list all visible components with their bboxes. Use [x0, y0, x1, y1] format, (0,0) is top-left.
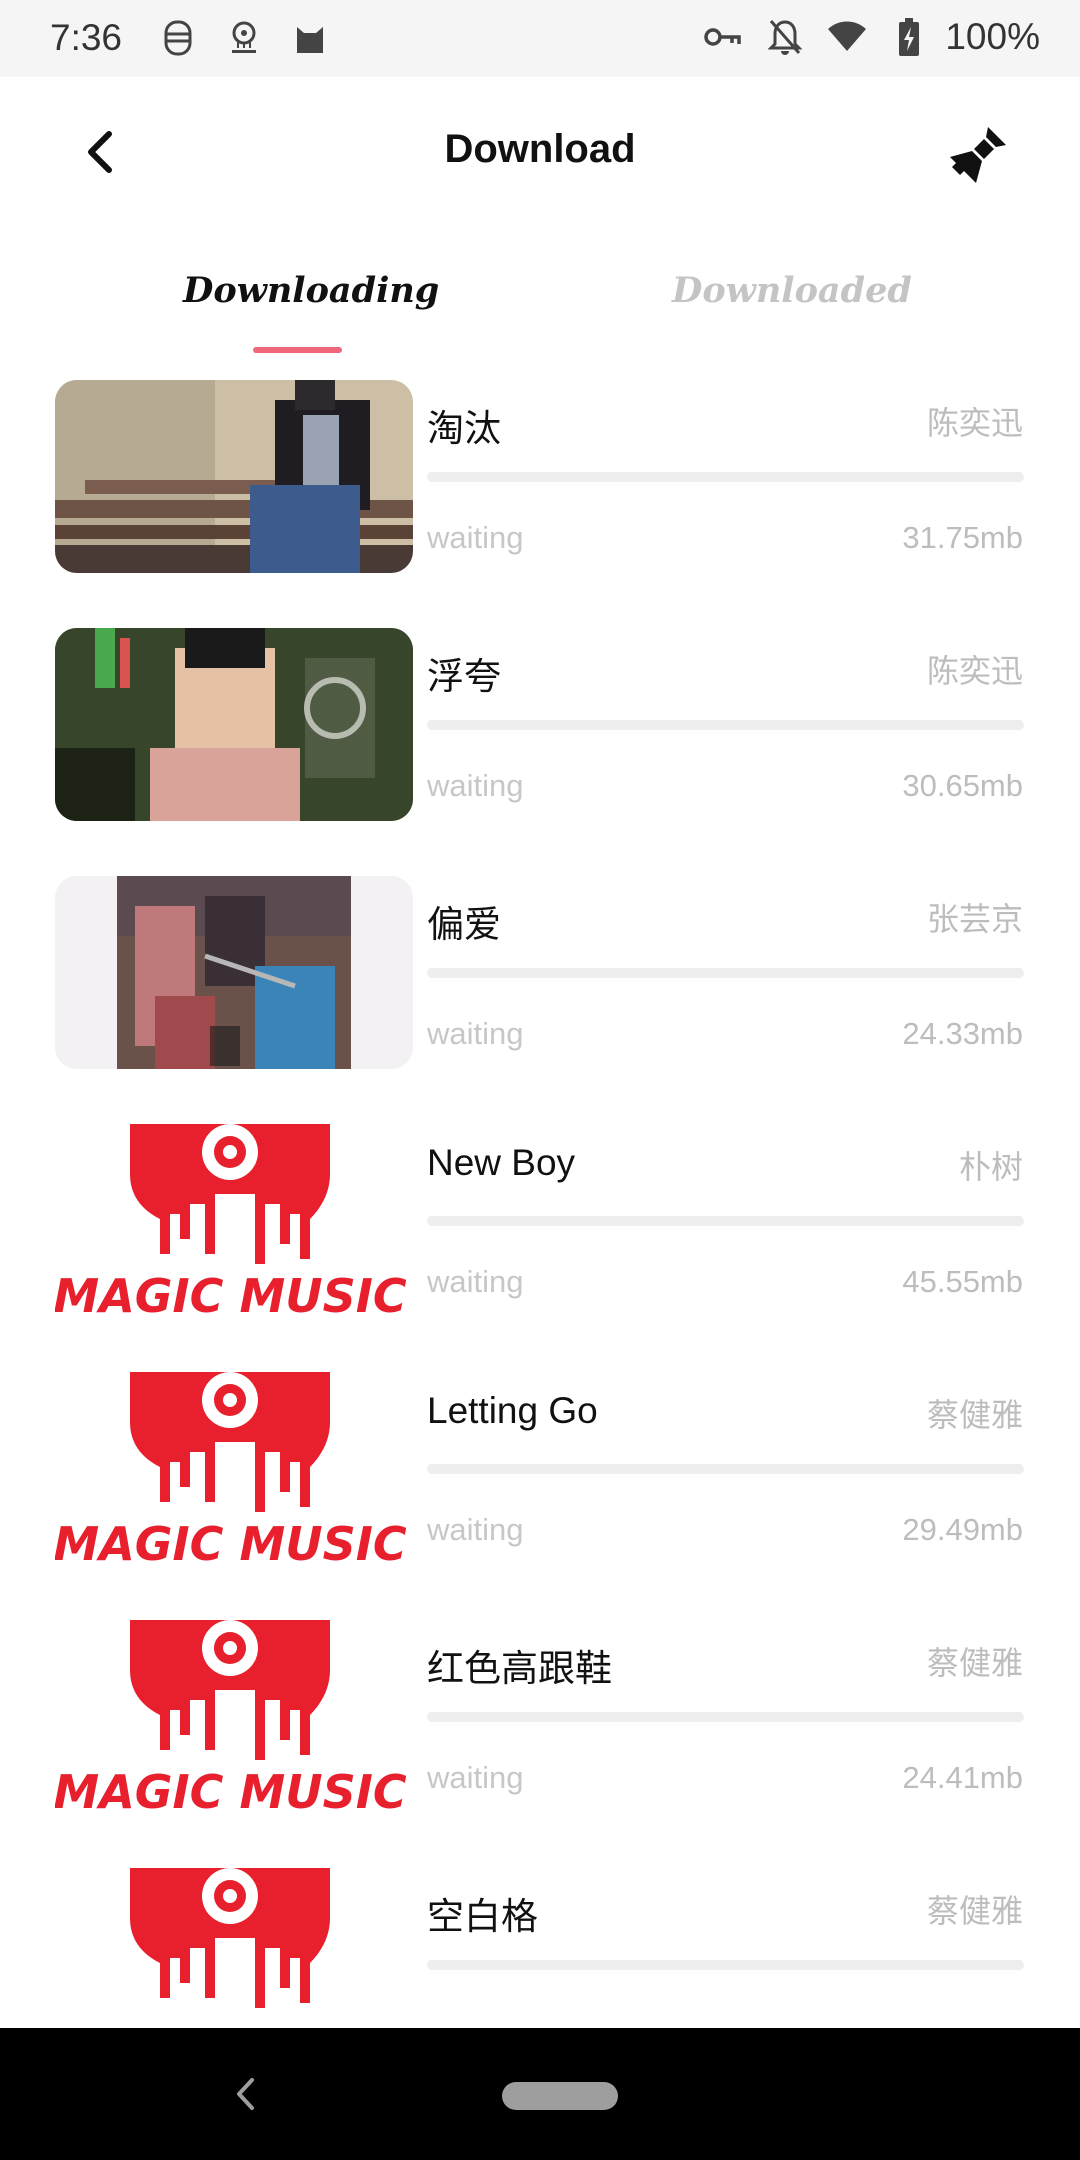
status-left-icons: [158, 18, 330, 58]
tab-downloading[interactable]: Downloading: [183, 270, 439, 311]
page-title: Download: [444, 127, 636, 171]
download-status: waiting: [427, 768, 524, 803]
nav-home-pill-icon[interactable]: [502, 2082, 618, 2110]
artist-name: 蔡健雅: [926, 1397, 1023, 1433]
download-progress-bar: [427, 1216, 1024, 1226]
cat-icon: [290, 18, 330, 58]
status-time: 7:36: [50, 17, 123, 58]
download-progress-bar: [427, 968, 1024, 978]
battery-percentage: 100%: [945, 16, 1040, 57]
song-title: Letting Go: [427, 1390, 598, 1431]
song-title: New Boy: [427, 1142, 576, 1183]
artist-name: 陈奕迅: [926, 653, 1023, 689]
download-progress-bar: [427, 1712, 1024, 1722]
artist-name: 朴树: [958, 1149, 1023, 1185]
download-item[interactable]: 空白格 蔡健雅: [0, 1868, 1080, 2028]
download-item[interactable]: MAGIC MUSIC Letting Go 蔡健雅 waiting 29.49…: [0, 1372, 1080, 1565]
download-progress-bar: [427, 472, 1024, 482]
status-bar: 7:36 100%: [0, 0, 1080, 77]
file-size: 45.55mb: [902, 1264, 1023, 1299]
download-item[interactable]: MAGIC MUSIC 红色高跟鞋 蔡健雅 waiting 24.41mb: [0, 1620, 1080, 1813]
artist-name: 蔡健雅: [926, 1645, 1023, 1681]
download-status: waiting: [427, 1760, 524, 1795]
file-size: 30.65mb: [902, 768, 1023, 803]
nav-back-icon: [237, 2078, 254, 2110]
song-title: 红色高跟鞋: [427, 1648, 612, 1689]
magic-music-logo: MAGIC MUSIC: [55, 1620, 413, 1813]
tab-downloaded[interactable]: Downloaded: [672, 270, 912, 311]
wifi-icon: [827, 17, 867, 57]
artist-name: 陈奕迅: [926, 405, 1023, 441]
artist-name: 蔡健雅: [926, 1893, 1023, 1929]
logo-text: MAGIC MUSIC: [55, 1269, 407, 1317]
magic-music-logo: [55, 1868, 413, 2028]
logo-text: MAGIC MUSIC: [55, 1765, 407, 1813]
file-size: 24.33mb: [902, 1016, 1023, 1051]
broom-clear-icon: [949, 126, 1006, 183]
download-item[interactable]: 偏爱 张芸京 waiting 24.33mb: [0, 876, 1080, 1069]
active-tab-indicator: [253, 347, 342, 353]
system-nav-bar: [0, 2028, 1080, 2160]
magic-music-logo: MAGIC MUSIC: [55, 1124, 413, 1317]
logo-text: MAGIC MUSIC: [55, 1517, 407, 1565]
download-status: waiting: [427, 1016, 524, 1051]
download-progress-bar: [427, 720, 1024, 730]
file-size: 24.41mb: [902, 1760, 1023, 1795]
magic-music-notification-icon: [224, 18, 264, 58]
album-cover: [55, 876, 413, 1069]
vpn-key-icon: [703, 17, 743, 57]
download-status: waiting: [427, 520, 524, 555]
app-header: Download: [0, 77, 1080, 227]
download-status: waiting: [427, 1512, 524, 1547]
status-right: 100%: [703, 16, 1040, 58]
song-title: 偏爱: [427, 904, 501, 945]
song-title: 空白格: [427, 1896, 538, 1937]
nav-back-button[interactable]: [226, 2072, 266, 2116]
face-mask-icon: [158, 18, 198, 58]
artist-name: 张芸京: [926, 901, 1023, 937]
notifications-off-icon: [765, 17, 805, 57]
download-progress-bar: [427, 1960, 1024, 1970]
download-item[interactable]: 淘汰 陈奕迅 waiting 31.75mb: [0, 380, 1080, 573]
song-title: 淘汰: [427, 408, 501, 449]
album-cover: [55, 380, 413, 573]
download-status: waiting: [427, 1264, 524, 1299]
download-progress-bar: [427, 1464, 1024, 1474]
download-item[interactable]: 浮夸 陈奕迅 waiting 30.65mb: [0, 628, 1080, 821]
download-item[interactable]: MAGIC MUSIC New Boy 朴树 waiting 45.55mb: [0, 1124, 1080, 1317]
album-cover: [55, 628, 413, 821]
file-size: 29.49mb: [902, 1512, 1023, 1547]
file-size: 31.75mb: [902, 520, 1023, 555]
clear-downloads-button[interactable]: [940, 117, 1015, 192]
magic-music-logo: MAGIC MUSIC: [55, 1372, 413, 1565]
download-tabs: Downloading Downloaded: [0, 250, 1080, 360]
song-title: 浮夸: [427, 656, 501, 697]
battery-charging-icon: [889, 17, 929, 57]
